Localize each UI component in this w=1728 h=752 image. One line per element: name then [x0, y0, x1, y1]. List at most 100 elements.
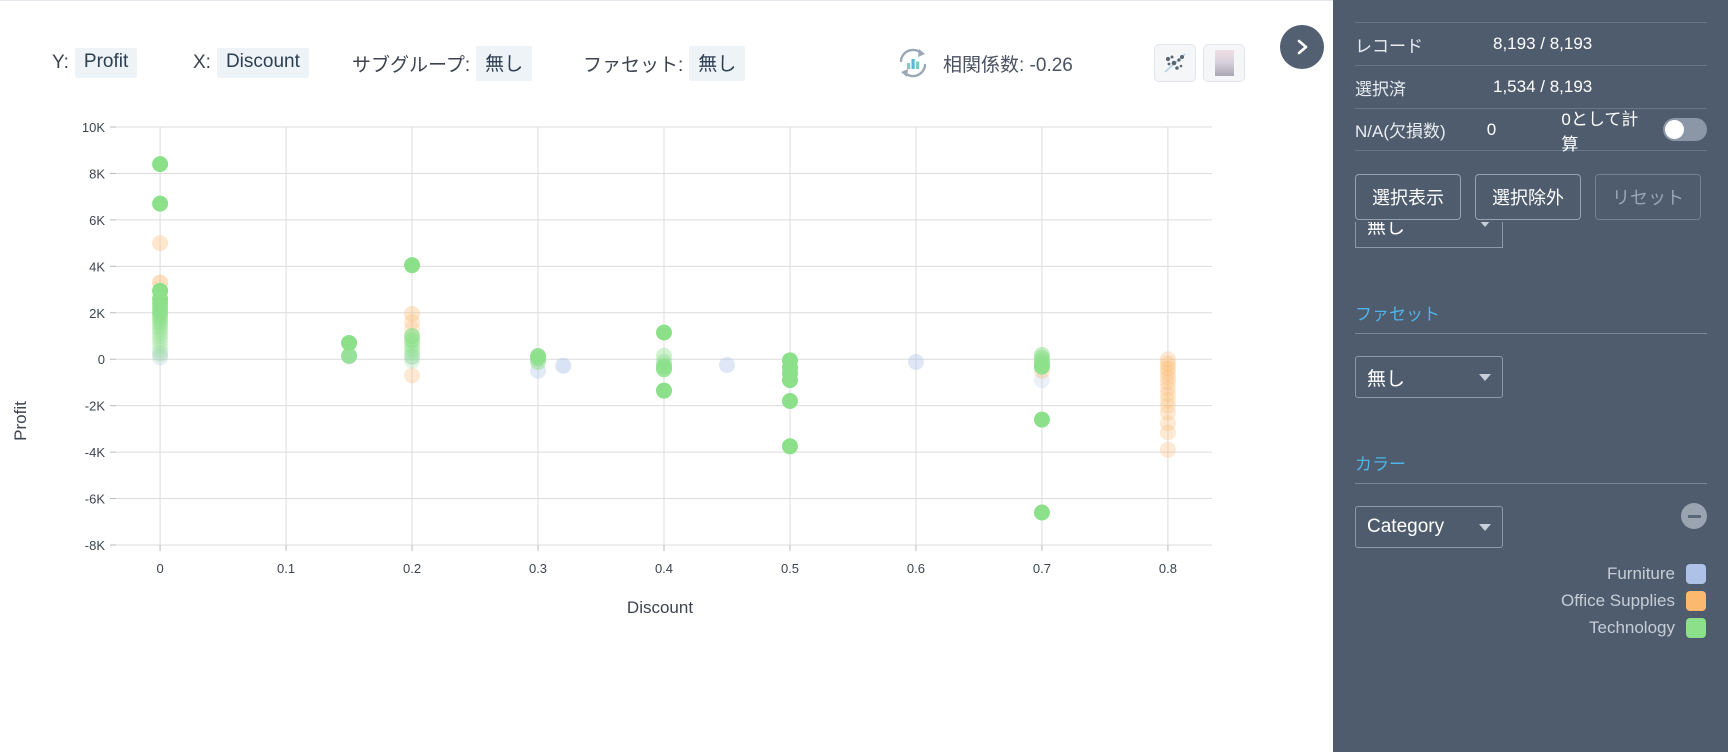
show-selection-button[interactable]: 選択表示 — [1355, 174, 1461, 220]
facet-dropdown-value: 無し — [1367, 368, 1406, 390]
data-point[interactable] — [781, 438, 798, 455]
data-point[interactable] — [404, 257, 421, 274]
x-tick-label: 0.1 — [277, 561, 295, 576]
selected-count-value: 1,534 / 8,193 — [1493, 77, 1593, 96]
data-point[interactable] — [907, 354, 924, 371]
treat-as-zero-toggle[interactable] — [1663, 118, 1707, 141]
subgroup-dropdown-clipped[interactable]: 無し — [1355, 222, 1503, 248]
refresh-chart-icon[interactable] — [895, 45, 931, 81]
data-point[interactable] — [1159, 441, 1176, 458]
data-point[interactable] — [152, 195, 169, 212]
data-point[interactable] — [781, 393, 798, 410]
data-point[interactable] — [530, 354, 547, 371]
legend-item-label: Technology — [1588, 617, 1675, 637]
legend-color-swatch — [1686, 563, 1706, 584]
series-furniture[interactable] — [152, 345, 1050, 399]
series-technology[interactable] — [152, 156, 1050, 521]
x-tick-label: 0.5 — [781, 561, 799, 576]
y-tick-label: 6K — [89, 213, 105, 228]
exclude-selection-button[interactable]: 選択除外 — [1475, 174, 1581, 220]
x-axis-ticks: 0 0.1 0.2 0.3 0.4 0.5 0.6 0.7 0.8 — [156, 561, 1176, 576]
scatter-plot-svg[interactable]: 10K 8K 6K 4K 2K 0 -2K -4K -6K -8K 0 0.1 0.2 0.3 0.4 0.… — [0, 111, 1333, 641]
reset-button[interactable]: リセット — [1595, 174, 1701, 220]
color-legend: Furniture Office Supplies Technology — [1354, 560, 1706, 641]
chart-toolbar: Y: Profit X: Discount サブグループ: 無し ファセット: … — [0, 39, 1333, 87]
data-point[interactable] — [718, 357, 735, 374]
scatter-chart[interactable]: 10K 8K 6K 4K 2K 0 -2K -4K -6K -8K 0 0.1 0.2 0.3 0.4 0.… — [0, 111, 1333, 641]
legend-item[interactable]: Furniture — [1354, 560, 1706, 587]
chart-main-pane: Y: Profit X: Discount サブグループ: 無し ファセット: … — [0, 0, 1333, 752]
data-point[interactable] — [555, 357, 572, 374]
data-point[interactable] — [1033, 358, 1050, 375]
correlation-coefficient-text: 相関係数: -0.26 — [943, 54, 1073, 76]
data-point[interactable] — [1159, 424, 1176, 441]
legend-item-label: Furniture — [1606, 563, 1675, 583]
data-point[interactable] — [152, 348, 169, 365]
data-point[interactable] — [781, 372, 798, 389]
data-point[interactable] — [152, 156, 169, 173]
table-row: 選択済 1,534 / 8,193 — [1355, 65, 1707, 108]
record-count-value: 8,193 / 8,193 — [1493, 34, 1593, 53]
facet-value[interactable]: 無し — [689, 45, 746, 81]
y-axis-ticks: 10K 8K 6K 4K 2K 0 -2K -4K -6K -8K — [82, 120, 105, 553]
x-tick-label: 0 — [156, 561, 163, 576]
facet-selector[interactable]: ファセット: 無し — [583, 39, 746, 87]
treat-as-zero-label: 0として計算 — [1561, 109, 1639, 154]
right-sidebar: レコード 8,193 / 8,193 選択済 1,534 / 8,193 N/A… — [1333, 0, 1728, 752]
x-axis-label: X: — [193, 52, 211, 73]
color-dropdown-value: Category — [1367, 516, 1445, 537]
x-tick-label: 0.7 — [1033, 561, 1051, 576]
subgroup-dropdown-value: 無し — [1367, 222, 1406, 238]
y-axis-value[interactable]: Profit — [74, 48, 138, 78]
scatter-plot-icon[interactable] — [1154, 44, 1196, 82]
facet-dropdown[interactable]: 無し — [1355, 356, 1503, 398]
y-tick-label: 10K — [82, 120, 105, 135]
y-tick-label: 2K — [89, 306, 105, 321]
data-point[interactable] — [656, 382, 672, 399]
color-section-title: カラー — [1355, 450, 1707, 484]
data-point[interactable] — [404, 352, 421, 369]
chevron-right-icon[interactable] — [1280, 25, 1324, 69]
x-tick-label: 0.6 — [907, 561, 925, 576]
data-point[interactable] — [152, 235, 169, 252]
minus-circle-icon[interactable] — [1681, 503, 1707, 529]
y-tick-label: -8K — [85, 538, 106, 553]
data-point[interactable] — [341, 347, 358, 364]
facet-section: ファセット 無し — [1355, 300, 1707, 398]
record-stats: レコード 8,193 / 8,193 選択済 1,534 / 8,193 N/A… — [1355, 22, 1707, 154]
na-count-label: N/A(欠損数) — [1355, 122, 1446, 141]
chevron-down-icon — [1479, 373, 1491, 381]
data-point[interactable] — [1033, 411, 1050, 428]
y-tick-label: 8K — [89, 166, 105, 181]
x-axis-value[interactable]: Discount — [216, 48, 309, 78]
legend-item-label: Office Supplies — [1560, 590, 1675, 610]
legend-item[interactable]: Office Supplies — [1354, 587, 1706, 614]
y-tick-label: -2K — [85, 399, 106, 414]
x-tick-label: 0.3 — [529, 561, 547, 576]
color-dropdown[interactable]: Category — [1355, 506, 1503, 548]
x-tick-label: 0.8 — [1159, 561, 1177, 576]
y-axis-title: Profit — [11, 401, 30, 441]
gradient-swatch — [1214, 50, 1234, 76]
subgroup-label: サブグループ: — [352, 54, 471, 76]
scatter-plot-workspace: Y: Profit X: Discount サブグループ: 無し ファセット: … — [0, 0, 1728, 752]
record-count-label: レコード — [1355, 36, 1423, 56]
data-point[interactable] — [656, 361, 672, 378]
table-row: N/A(欠損数) 0 0として計算 — [1355, 108, 1707, 154]
data-point[interactable] — [656, 324, 672, 341]
facet-section-title: ファセット — [1355, 300, 1707, 334]
y-axis-selector[interactable]: Y: Profit — [52, 39, 138, 87]
data-point[interactable] — [404, 367, 421, 384]
chevron-down-icon — [1479, 523, 1491, 531]
x-axis-selector[interactable]: X: Discount — [193, 39, 309, 87]
color-section: カラー Category — [1355, 450, 1707, 548]
table-row: レコード 8,193 / 8,193 — [1355, 22, 1707, 65]
data-point[interactable] — [1033, 504, 1050, 521]
legend-item[interactable]: Technology — [1354, 614, 1706, 641]
heatmap-gradient-icon[interactable] — [1203, 44, 1245, 82]
subgroup-selector[interactable]: サブグループ: 無し — [352, 39, 533, 87]
y-tick-label: -6K — [85, 492, 106, 507]
y-axis-label: Y: — [52, 52, 69, 73]
subgroup-value[interactable]: 無し — [476, 45, 533, 81]
facet-label: ファセット: — [583, 54, 684, 76]
